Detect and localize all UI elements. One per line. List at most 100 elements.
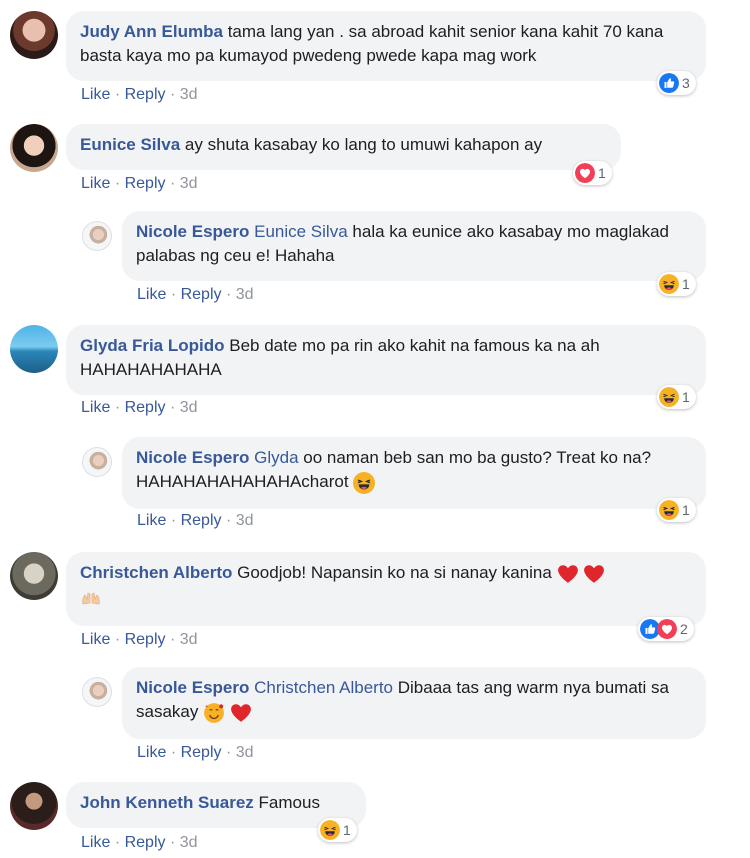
reaction-summary[interactable]: 1 (657, 498, 696, 522)
love-icon (657, 619, 677, 639)
separator: · (114, 175, 121, 192)
timestamp[interactable]: 3d (180, 399, 198, 416)
comment-actions: Like · Reply · 3d (137, 512, 254, 530)
separator: · (170, 512, 177, 529)
comment-actions: Like · Reply · 3d (81, 834, 198, 852)
author-name[interactable]: John Kenneth Suarez (80, 793, 254, 812)
reaction-count: 1 (343, 822, 351, 838)
separator: · (169, 631, 176, 648)
reply-bubble: Nicole Espero Glyda oo naman beb san mo … (122, 437, 706, 509)
reaction-summary[interactable]: 1 (318, 818, 357, 842)
avatar[interactable] (82, 447, 112, 477)
reply-bubble: Nicole Espero Christchen Alberto Dibaaa … (122, 667, 706, 739)
avatar[interactable] (10, 782, 58, 830)
like-link[interactable]: Like (137, 286, 166, 303)
red-heart-icon (584, 564, 605, 583)
timestamp[interactable]: 3d (180, 86, 198, 103)
comment-actions: Like · Reply · 3d (81, 86, 198, 104)
comment-actions: Like · Reply · 3d (81, 175, 198, 193)
separator: · (225, 744, 232, 761)
reaction-summary[interactable]: 1 (657, 385, 696, 409)
timestamp[interactable]: 3d (180, 631, 198, 648)
author-name[interactable]: Nicole Espero (136, 448, 249, 467)
reply-link[interactable]: Reply (181, 744, 222, 761)
separator: · (225, 286, 232, 303)
haha-icon (659, 274, 679, 294)
comment-text: ay shuta kasabay ko lang to umuwi kahapo… (184, 135, 543, 154)
reaction-summary[interactable]: 2 (638, 617, 694, 641)
avatar[interactable] (10, 124, 58, 172)
separator: · (114, 86, 121, 103)
comment-bubble: Eunice Silva ay shuta kasabay ko lang to… (66, 124, 621, 170)
timestamp[interactable]: 3d (180, 175, 198, 192)
comment-text: Famous (258, 793, 320, 812)
reply-link[interactable]: Reply (125, 631, 166, 648)
separator: · (225, 512, 232, 529)
haha-icon (659, 387, 679, 407)
separator: · (169, 834, 176, 851)
author-name[interactable]: Christchen Alberto (80, 563, 232, 582)
comment-bubble: Glyda Fria Lopido Beb date mo pa rin ako… (66, 325, 706, 395)
red-heart-icon (557, 564, 578, 583)
reaction-summary[interactable]: 1 (573, 161, 612, 185)
separator: · (114, 834, 121, 851)
author-name[interactable]: Nicole Espero (136, 678, 249, 697)
reaction-count: 1 (682, 389, 690, 405)
reply-bubble: Nicole Espero Eunice Silva hala ka eunic… (122, 211, 706, 281)
reaction-count: 2 (680, 621, 688, 637)
reply-link[interactable]: Reply (125, 399, 166, 416)
separator: · (169, 175, 176, 192)
reaction-count: 1 (598, 165, 606, 181)
laughing-emoji-icon (353, 472, 375, 494)
author-name[interactable]: Glyda Fria Lopido (80, 336, 225, 355)
timestamp[interactable]: 3d (236, 744, 254, 761)
separator: · (114, 631, 121, 648)
red-heart-icon (230, 703, 251, 722)
separator: · (170, 744, 177, 761)
reply-link[interactable]: Reply (125, 834, 166, 851)
mention-link[interactable]: Glyda (254, 448, 298, 467)
avatar[interactable] (82, 221, 112, 251)
avatar[interactable] (10, 11, 58, 59)
author-name[interactable]: Eunice Silva (80, 135, 180, 154)
author-name[interactable]: Nicole Espero (136, 222, 249, 241)
like-link[interactable]: Like (81, 834, 110, 851)
mention-link[interactable]: Eunice Silva (254, 222, 348, 241)
reaction-summary[interactable]: 1 (657, 272, 696, 296)
love-icon (575, 163, 595, 183)
reply-link[interactable]: Reply (125, 175, 166, 192)
comment-text: Goodjob! Napansin ko na si nanay kanina (237, 563, 552, 582)
like-link[interactable]: Like (137, 744, 166, 761)
hands-icon (82, 592, 100, 604)
like-link[interactable]: Like (81, 175, 110, 192)
like-link[interactable]: Like (137, 512, 166, 529)
comment-bubble: Judy Ann Elumba tama lang yan . sa abroa… (66, 11, 706, 81)
reply-link[interactable]: Reply (181, 286, 222, 303)
timestamp[interactable]: 3d (180, 834, 198, 851)
reaction-count: 1 (682, 276, 690, 292)
reply-link[interactable]: Reply (181, 512, 222, 529)
like-icon (659, 73, 679, 93)
like-link[interactable]: Like (81, 86, 110, 103)
avatar[interactable] (10, 325, 58, 373)
timestamp[interactable]: 3d (236, 512, 254, 529)
comment-actions: Like · Reply · 3d (81, 631, 198, 649)
reaction-summary[interactable]: 3 (657, 71, 696, 95)
separator: · (114, 399, 121, 416)
reply-link[interactable]: Reply (125, 86, 166, 103)
like-link[interactable]: Like (81, 399, 110, 416)
mention-link[interactable]: Christchen Alberto (254, 678, 393, 697)
timestamp[interactable]: 3d (236, 286, 254, 303)
separator: · (170, 286, 177, 303)
separator: · (169, 399, 176, 416)
like-link[interactable]: Like (81, 631, 110, 648)
comment-actions: Like · Reply · 3d (137, 286, 254, 304)
separator: · (169, 86, 176, 103)
avatar[interactable] (82, 677, 112, 707)
reaction-count: 3 (682, 75, 690, 91)
avatar[interactable] (10, 552, 58, 600)
haha-icon (320, 820, 340, 840)
comment-actions: Like · Reply · 3d (137, 744, 254, 762)
author-name[interactable]: Judy Ann Elumba (80, 22, 223, 41)
comment-bubble: Christchen Alberto Goodjob! Napansin ko … (66, 552, 706, 626)
